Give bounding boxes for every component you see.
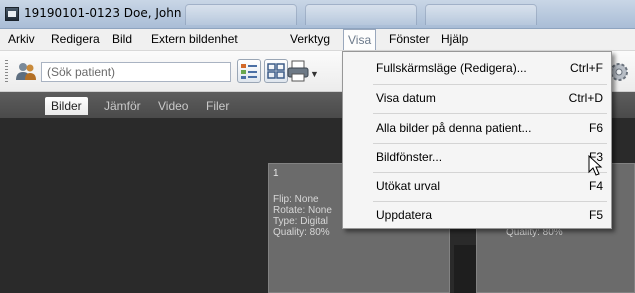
menu-fonster[interactable]: Fönster — [389, 32, 430, 46]
tab-filer[interactable]: Filer — [200, 97, 235, 115]
title-bar: 19190101-0123 Doe, John — [0, 0, 635, 29]
menu-bild[interactable]: Bild — [112, 32, 132, 46]
menuitem-uppdatera[interactable]: Uppdatera F5 — [343, 201, 611, 229]
menuitem-shortcut: F4 — [588, 179, 603, 193]
menuitem-label: Utökat urval — [376, 179, 441, 193]
menu-bar: Arkiv Redigera Bild Extern bildenhet Ver… — [0, 29, 635, 51]
grid-view-button[interactable] — [264, 59, 288, 83]
print-icon[interactable] — [286, 59, 310, 83]
menuitem-label: Visa datum — [376, 91, 436, 105]
menu-arkiv[interactable]: Arkiv — [8, 32, 35, 46]
tab-video[interactable]: Video — [152, 97, 194, 115]
thumbnail-flip: Flip: None — [273, 194, 319, 205]
menuitem-bildfonster[interactable]: Bildfönster... F3 — [343, 143, 611, 171]
tab-jamfor[interactable]: Jämför — [98, 97, 147, 115]
menu-verktyg[interactable]: Verktyg — [290, 32, 330, 46]
menuitem-shortcut: Ctrl+F — [570, 61, 603, 75]
list-view-icon — [241, 64, 257, 79]
patient-search-input[interactable] — [41, 62, 231, 82]
background-window-tab[interactable] — [425, 4, 537, 25]
menu-redigera[interactable]: Redigera — [51, 32, 100, 46]
background-window-tab[interactable] — [305, 4, 417, 25]
menuitem-utokat-urval[interactable]: Utökat urval F4 — [343, 172, 611, 200]
thumbnail-quality: Quality: 80% — [273, 227, 330, 238]
mouse-cursor-icon — [588, 155, 603, 176]
menuitem-label: Uppdatera — [376, 208, 433, 222]
window-title: 19190101-0123 Doe, John — [24, 6, 182, 20]
list-view-button[interactable] — [237, 59, 261, 83]
menuitem-label: Fullskärmsläge (Redigera)... — [376, 61, 527, 75]
menu-extern-bildenhet[interactable]: Extern bildenhet — [151, 32, 238, 46]
menuitem-label: Alla bilder på denna patient... — [376, 121, 532, 135]
menuitem-label: Bildfönster... — [376, 150, 443, 164]
app-icon — [5, 7, 19, 21]
thumbnail-number: 1 — [273, 168, 279, 179]
patient-icon[interactable] — [15, 61, 37, 81]
menu-visa[interactable]: Visa — [343, 29, 377, 50]
grid-view-icon — [267, 63, 285, 79]
menuitem-shortcut: F6 — [588, 121, 603, 135]
menu-hjalp[interactable]: Hjälp — [441, 32, 468, 46]
thumbnail-rotate: Rotate: None — [273, 205, 332, 216]
print-dropdown-icon[interactable]: ▼ — [310, 69, 319, 79]
menuitem-shortcut: F5 — [588, 208, 603, 222]
background-window-tab[interactable] — [185, 4, 297, 25]
tab-bilder[interactable]: Bilder — [45, 97, 88, 115]
menuitem-alla-bilder[interactable]: Alla bilder på denna patient... F6 — [343, 114, 611, 142]
toolbar-grip[interactable] — [5, 60, 8, 82]
visa-menu-dropdown: Fullskärmsläge (Redigera)... Ctrl+F Visa… — [342, 51, 612, 229]
menuitem-fullskarmslage[interactable]: Fullskärmsläge (Redigera)... Ctrl+F — [343, 54, 611, 82]
menuitem-shortcut: Ctrl+D — [568, 91, 603, 105]
thumbnail-type: Type: Digital — [273, 216, 329, 227]
thumbnail-divider — [454, 245, 476, 293]
menuitem-visa-datum[interactable]: Visa datum Ctrl+D — [343, 84, 611, 112]
